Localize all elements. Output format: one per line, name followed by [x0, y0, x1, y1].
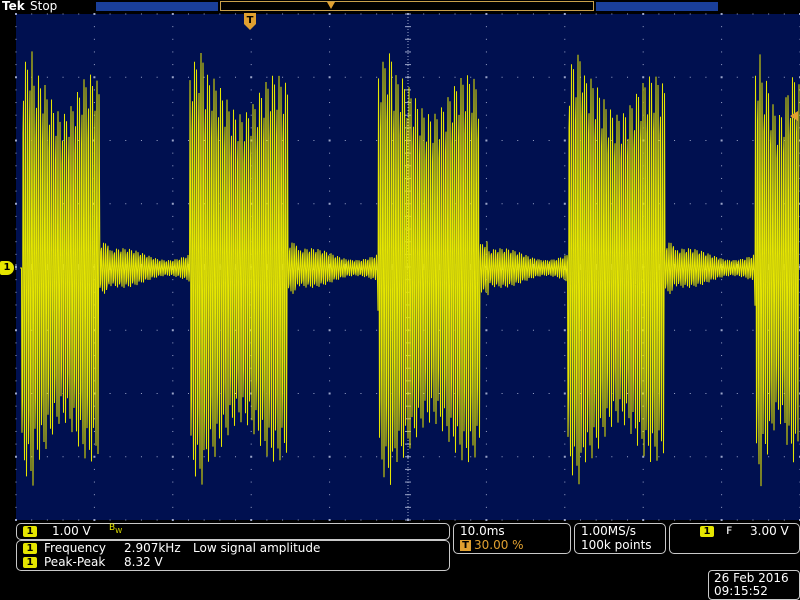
trigger-position-value: 30.00 %	[474, 538, 524, 552]
horizontal-scale: 10.0ms	[460, 524, 505, 538]
trigger-position-icon: T	[460, 540, 471, 551]
channel-scale-box[interactable]: 1 1.00 V BW	[16, 523, 450, 540]
measurement-note: Low signal amplitude	[193, 541, 321, 555]
measurement-name: Frequency	[44, 541, 106, 555]
svg-text:T: T	[247, 15, 254, 26]
acquisition-box[interactable]: 1.00MS/s 100k points	[574, 523, 666, 554]
measurement-value: 2.907kHz	[124, 541, 181, 555]
date-label: 26 Feb 2016	[714, 571, 789, 585]
datetime-box: 26 Feb 2016 09:15:52	[708, 570, 800, 600]
measurement-ch-badge: 1	[23, 543, 37, 554]
record-center-marker	[327, 2, 335, 9]
time-label: 09:15:52	[714, 584, 768, 598]
graticule-and-trace: T	[15, 2, 800, 521]
rising-edge-icon: ꜰ	[726, 523, 733, 538]
trigger-position-marker: T	[244, 13, 256, 30]
trigger-level: 3.00 V	[750, 524, 789, 538]
trigger-box[interactable]: 1 ꜰ 3.00 V	[669, 523, 800, 554]
channel-1-trace	[20, 51, 800, 487]
measurement-ch-badge: 1	[23, 557, 37, 568]
trigger-source-badge: 1	[700, 526, 714, 537]
measurements-box[interactable]: 1 Frequency 2.907kHz Low signal amplitud…	[16, 540, 450, 571]
sample-rate: 1.00MS/s	[581, 524, 636, 538]
bandwidth-limit-icon: BW	[109, 523, 123, 535]
measurement-name: Peak-Peak	[44, 555, 106, 569]
record-length: 100k points	[581, 538, 652, 552]
channel-1-scale: 1.00 V	[52, 524, 91, 538]
measurement-value: 8.32 V	[124, 555, 163, 569]
channel-1-badge: 1	[23, 526, 37, 537]
timebase-box[interactable]: 10.0ms T 30.00 %	[453, 523, 571, 554]
channel-1-ground-marker[interactable]: 1	[0, 261, 14, 275]
